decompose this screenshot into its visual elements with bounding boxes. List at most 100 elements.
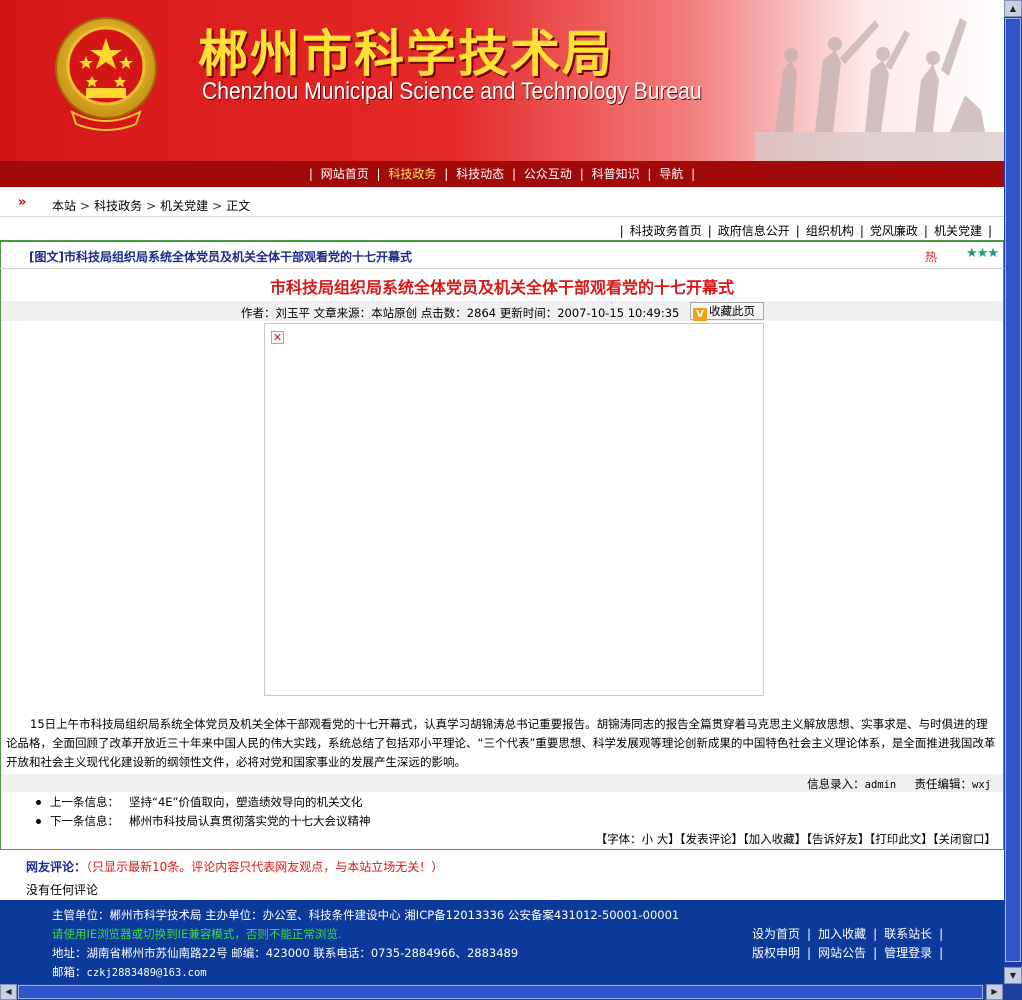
breadcrumb-separator: > [80, 199, 91, 213]
rating-stars-icon: ★★★ [966, 246, 999, 261]
nav-item-navigation[interactable]: 导航 [659, 167, 683, 181]
footer-email-value: czkj2883489@163.com [86, 967, 207, 979]
breadcrumb-item-sci-gov[interactable]: 科技政务 [94, 199, 142, 213]
font-large-button[interactable]: 大 [657, 832, 669, 846]
subnav-separator: | [795, 224, 800, 238]
subnav-item-integrity[interactable]: 党风廉政 [870, 224, 918, 238]
font-size-close-bracket: 】 [668, 832, 680, 846]
set-homepage-link[interactable]: 设为首页 [752, 927, 800, 941]
site-title-en: Chenzhou Municipal Science and Technolog… [202, 78, 702, 105]
comments-header: 网友评论：（只显示最新10条。评论内容只代表网友观点，与本站立场无关！） [26, 858, 443, 875]
footer-sponsor-info: 主管单位：郴州市科学技术局 主办单位：办公室、科技条件建设中心 湘ICP备120… [52, 908, 680, 922]
bookmark-icon: V [693, 308, 707, 321]
nav-separator: | [691, 167, 696, 181]
article-headline: 市科技局组织局系统全体党员及机关全体干部观看党的十七开幕式 [269, 278, 734, 297]
bookmark-page-button[interactable]: V 收藏此页 [690, 302, 764, 321]
vertical-scroll-thumb[interactable] [1005, 18, 1021, 962]
bookmark-page-label: 收藏此页 [709, 304, 755, 318]
close-window-button[interactable]: 【关闭窗口】 [933, 832, 996, 846]
tell-friend-button[interactable]: 【告诉好友】 [806, 832, 869, 846]
font-small-button[interactable]: 小 [642, 832, 654, 846]
breadcrumb-bar: » 本站 > 科技政务 > 机关党建 > 正文 [0, 187, 1004, 217]
prev-label: 上一条信息： [50, 795, 119, 809]
comments-note: （只显示最新10条。评论内容只代表网友观点，与本站立场无关！） [86, 860, 444, 874]
horizontal-scroll-thumb[interactable] [18, 985, 983, 999]
nav-item-sci-news[interactable]: 科技动态 [456, 167, 504, 181]
site-title-cn: 郴州市科学技术局 [198, 25, 614, 83]
article-body: 15日上午市科技局组织局系统全体党员及机关全体干部观看党的十七开幕式，认真学习胡… [6, 717, 996, 769]
nav-item-home[interactable]: 网站首页 [321, 167, 369, 181]
article-meta-row: 作者：刘玉平 文章来源：本站原创 点击数：2864 更新时间：2007-10-1… [1, 301, 1003, 321]
footer-separator: | [873, 927, 878, 941]
recorder-value: admin [864, 779, 897, 791]
footer-address: 地址：湖南省郴州市苏仙南路22号 邮编：423000 联系电话：0735-288… [52, 946, 519, 960]
subnav-separator: | [707, 224, 712, 238]
footer-links-row-1: 设为首页 | 加入收藏 | 联系站长 | [752, 925, 950, 942]
breadcrumb-item-current: 正文 [226, 199, 251, 213]
article-tools: 【字体：小 大】【发表评论】【加入收藏】【告诉好友】【打印此文】【关闭窗口】 [596, 831, 996, 847]
main-nav: | 网站首页 | 科技政务 | 科技动态 | 公众互动 | 科普知识 | 导航 … [0, 161, 1004, 187]
vertical-scrollbar[interactable]: ▲ ▼ [1004, 0, 1022, 984]
next-label: 下一条信息： [50, 814, 119, 828]
footer-separator: | [807, 927, 812, 941]
nav-separator: | [647, 167, 652, 181]
nav-item-public-interaction[interactable]: 公众互动 [524, 167, 572, 181]
subnav-separator: | [859, 224, 864, 238]
breadcrumb-item-site[interactable]: 本站 [52, 199, 76, 213]
national-emblem-icon [55, 17, 157, 131]
comments-empty-text: 没有任何评论 [26, 883, 99, 897]
prev-article-link[interactable]: 坚持“4E”价值取向，塑造绩效导向的机关文化 [129, 795, 363, 809]
scroll-down-arrow-icon[interactable]: ▼ [1004, 967, 1022, 984]
contact-webmaster-link[interactable]: 联系站长 [884, 927, 932, 941]
footer-email: 邮箱：czkj2883489@163.com [52, 964, 207, 980]
scroll-right-arrow-icon[interactable]: ▶ [986, 984, 1003, 1000]
print-button[interactable]: 【打印此文】 [870, 832, 933, 846]
next-item: 下一条信息： 郴州市科技局认真贯彻落实党的十七大会议精神 [36, 812, 371, 831]
nav-separator: | [579, 167, 584, 181]
subnav-item-organization[interactable]: 组织机构 [806, 224, 854, 238]
admin-login-link[interactable]: 管理登录 [884, 946, 932, 960]
add-favorite-button[interactable]: 【加入收藏】 [743, 832, 806, 846]
subnav-item-sci-gov-home[interactable]: 科技政务首页 [630, 224, 702, 238]
nav-separator: | [308, 167, 313, 181]
footer-links-row-2: 版权申明 | 网站公告 | 管理登录 | [752, 944, 950, 961]
scroll-up-arrow-icon[interactable]: ▲ [1004, 0, 1022, 17]
nav-item-sci-gov[interactable]: 科技政务 [388, 167, 436, 181]
article-meta: 作者：刘玉平 文章来源：本站原创 点击数：2864 更新时间：2007-10-1… [241, 306, 680, 320]
breadcrumb-separator: > [146, 199, 157, 213]
article-image: ✕ [264, 323, 764, 696]
footer-separator: | [939, 946, 944, 960]
next-article-link[interactable]: 郴州市科技局认真贯彻落实党的十七大会议精神 [129, 814, 371, 828]
editor-label: 责任编辑： [914, 777, 973, 791]
add-favorite-link[interactable]: 加入收藏 [818, 927, 866, 941]
nav-item-sci-knowledge[interactable]: 科普知识 [592, 167, 640, 181]
breadcrumb-separator: > [212, 199, 223, 213]
site-footer: 主管单位：郴州市科学技术局 主办单位：办公室、科技条件建设中心 湘ICP备120… [0, 900, 1004, 984]
nav-separator: | [444, 167, 449, 181]
article-editors-row: 信息录入：admin 责任编辑：wxj [1, 774, 1003, 792]
nav-separator: | [376, 167, 381, 181]
site-banner: 郴州市科学技术局 Chenzhou Municipal Science and … [0, 0, 1004, 161]
subnav-item-gov-info[interactable]: 政府信息公开 [718, 224, 790, 238]
statue-decoration-icon [755, 18, 1004, 161]
post-comment-button[interactable]: 【发表评论】 [680, 832, 743, 846]
copyright-link[interactable]: 版权申明 [752, 946, 800, 960]
subnav-separator: | [987, 224, 992, 238]
subnav-item-party-building[interactable]: 机关党建 [934, 224, 982, 238]
footer-browser-notice: 请使用IE浏览器或切换到IE兼容模式，否则不能正常浏览. [52, 927, 342, 941]
footer-separator: | [873, 946, 878, 960]
hot-badge: 热 [925, 250, 938, 264]
horizontal-scrollbar[interactable]: ◀ ▶ [0, 984, 1022, 1000]
comments-label: 网友评论： [26, 860, 87, 874]
site-notice-link[interactable]: 网站公告 [818, 946, 866, 960]
subnav-separator: | [923, 224, 928, 238]
scroll-left-arrow-icon[interactable]: ◀ [0, 984, 17, 1000]
prev-next-list: 上一条信息： 坚持“4E”价值取向，塑造绩效导向的机关文化 下一条信息： 郴州市科技… [36, 793, 371, 831]
breadcrumb: 本站 > 科技政务 > 机关党建 > 正文 [52, 197, 250, 214]
prev-item: 上一条信息： 坚持“4E”价值取向，塑造绩效导向的机关文化 [36, 793, 371, 812]
article-title-row: [图文]市科技局组织局系统全体党员及机关全体干部观看党的十七开幕式 热 ★★★ [0, 242, 1004, 268]
breadcrumb-item-party-building[interactable]: 机关党建 [160, 199, 208, 213]
article-editors: 信息录入：admin 责任编辑：wxj [807, 776, 991, 792]
article-list-title[interactable]: [图文]市科技局组织局系统全体党员及机关全体干部观看党的十七开幕式 [29, 248, 412, 265]
page: 郴州市科学技术局 Chenzhou Municipal Science and … [0, 0, 1004, 984]
